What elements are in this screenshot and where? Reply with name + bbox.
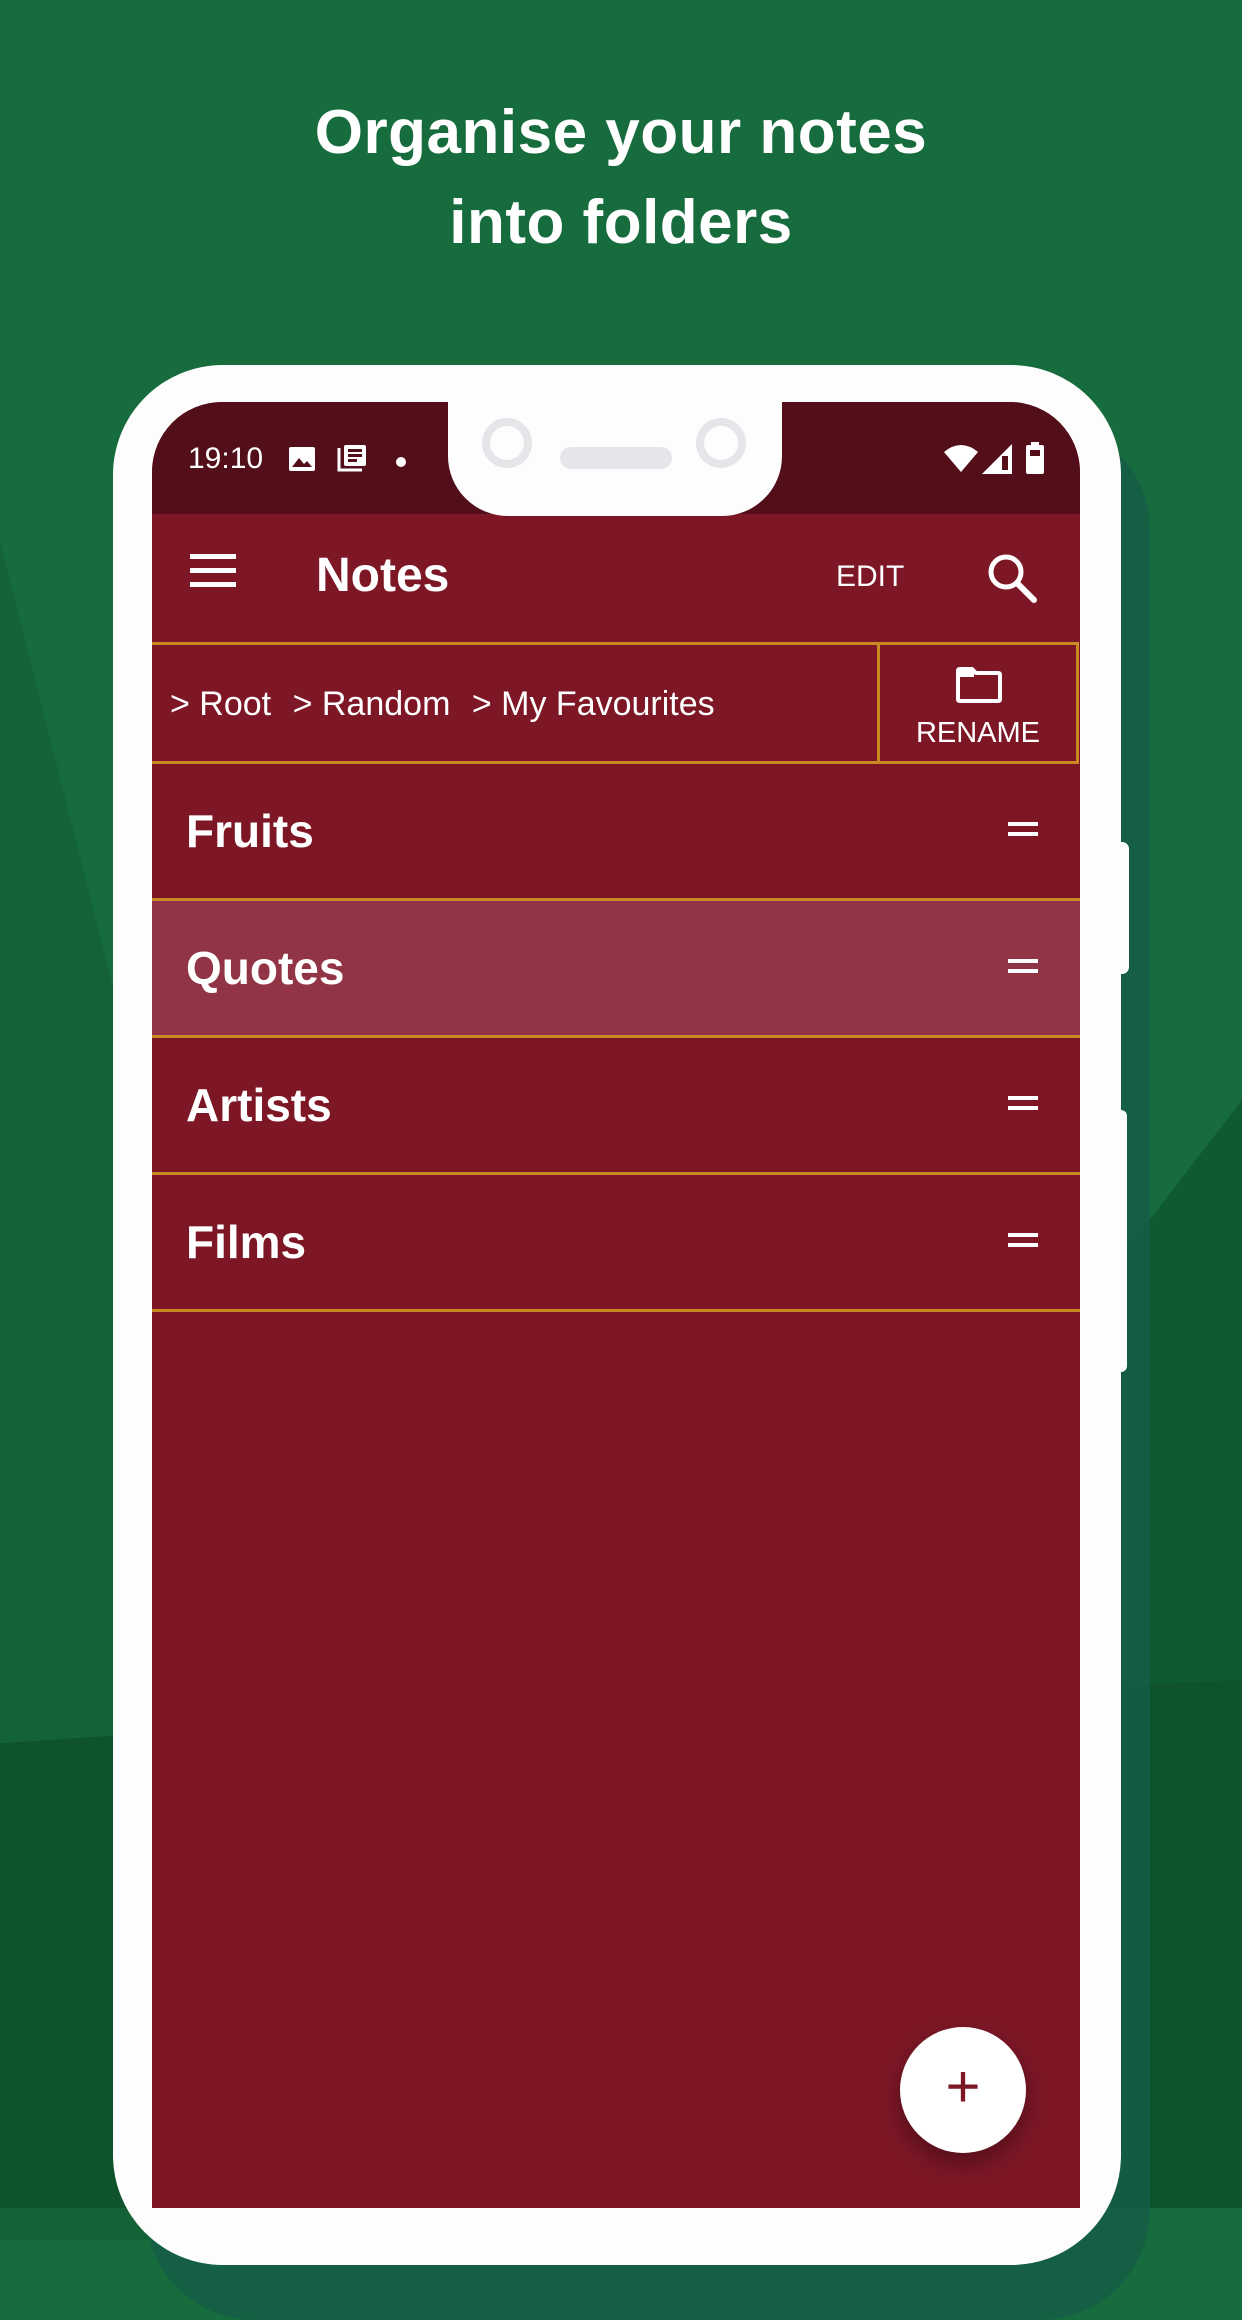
headline-line-1: Organise your notes — [314, 98, 928, 167]
camera-notch — [448, 402, 782, 516]
breadcrumb-item-root[interactable]: > Root — [170, 685, 271, 723]
folder-list: Fruits Quotes Artists Films — [152, 764, 1080, 1312]
front-camera — [482, 418, 532, 468]
rename-button[interactable]: RENAME — [877, 645, 1076, 761]
drag-handle-icon[interactable] — [1008, 1233, 1038, 1249]
signal-icon — [982, 444, 1012, 479]
folder-name: Artists — [186, 1079, 332, 1131]
front-sensor — [696, 418, 746, 468]
folder-name: Films — [186, 1216, 307, 1268]
phone-volume-button — [1115, 842, 1129, 974]
drag-handle-icon[interactable] — [1008, 959, 1038, 975]
drag-handle-icon[interactable] — [1008, 822, 1038, 838]
promo-headline: Organise your notes into folders — [0, 88, 1242, 268]
add-icon: + — [945, 2053, 981, 2120]
breadcrumb-item-random[interactable]: > Random — [293, 685, 451, 723]
add-folder-button[interactable]: + — [900, 2027, 1026, 2153]
breadcrumb: > Root > Random > My Favourites RENAME — [152, 642, 1079, 764]
list-item[interactable]: Fruits — [152, 764, 1080, 901]
earpiece — [560, 447, 672, 469]
list-item[interactable]: Artists — [152, 1038, 1080, 1175]
folder-icon — [956, 667, 1002, 708]
status-bar: 19:10 — [152, 402, 1080, 516]
dot-icon — [396, 454, 406, 472]
rename-label: RENAME — [915, 717, 1041, 749]
hamburger-menu-icon[interactable] — [190, 554, 236, 594]
image-icon — [288, 446, 316, 477]
status-time: 19:10 — [188, 442, 264, 475]
wifi-icon — [944, 444, 978, 477]
phone-power-button — [1115, 1110, 1127, 1372]
breadcrumb-item-my-favourites[interactable]: > My Favourites — [472, 685, 715, 723]
headline-line-2: into folders — [449, 188, 793, 257]
list-item[interactable]: Quotes — [152, 901, 1080, 1038]
folder-name: Fruits — [186, 805, 314, 857]
app-title: Notes — [316, 549, 450, 602]
news-icon — [336, 444, 368, 479]
breadcrumb-path: > Root > Random > My Favourites — [170, 685, 727, 724]
folder-name: Quotes — [186, 942, 345, 994]
search-icon[interactable] — [984, 550, 1040, 606]
list-item[interactable]: Films — [152, 1175, 1080, 1312]
drag-handle-icon[interactable] — [1008, 1096, 1038, 1112]
edit-button[interactable]: EDIT — [836, 560, 904, 594]
phone-screen: 19:10 Notes EDIT > Root > Random > My Fa… — [152, 402, 1080, 2208]
battery-icon — [1026, 442, 1044, 479]
app-bar: Notes EDIT — [152, 514, 1080, 642]
